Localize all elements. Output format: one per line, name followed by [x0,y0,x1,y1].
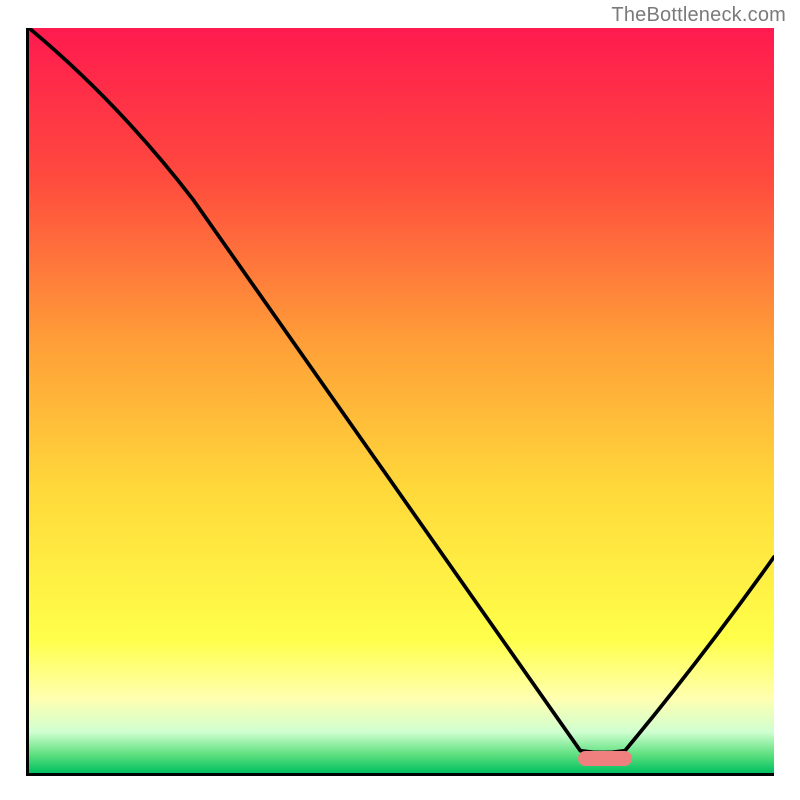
optimal-marker [578,751,632,766]
chart-background-gradient [29,28,774,773]
watermark-text: TheBottleneck.com [611,4,786,27]
chart-plot-area [26,28,774,776]
